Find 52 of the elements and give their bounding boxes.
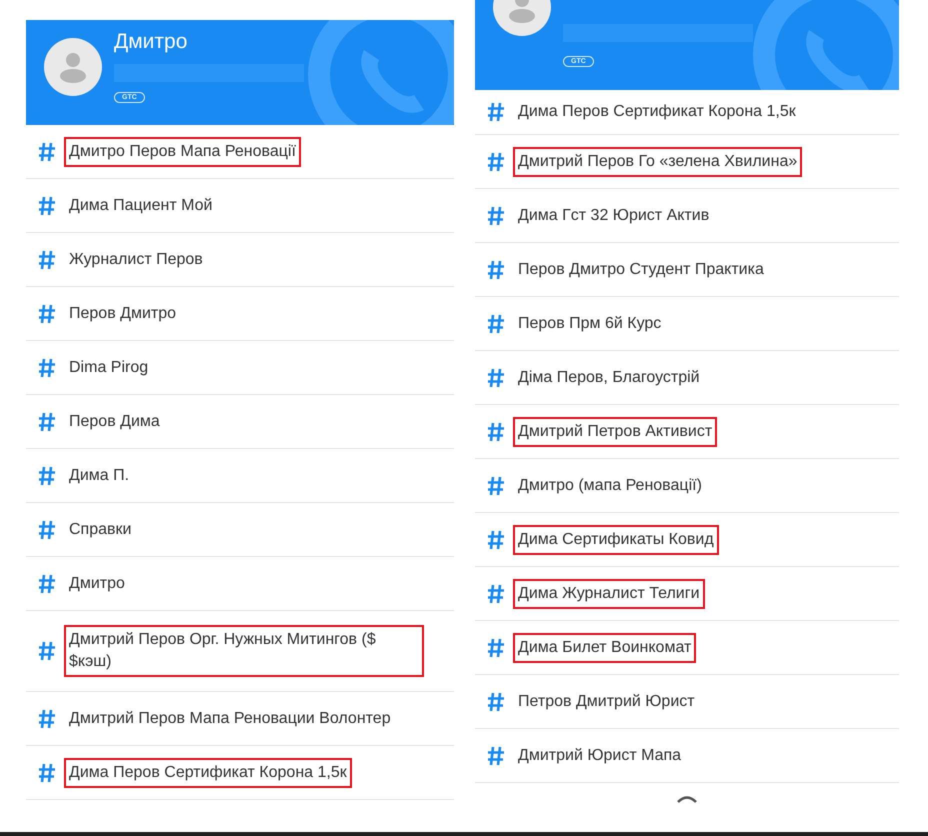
hash-icon [38,520,56,540]
hash-icon [487,206,505,226]
tag-label: Петров Дмитрий Юрист [517,692,696,712]
hash-icon [487,152,505,172]
tag-label: Дмитрий Юрист Мапа [517,746,682,766]
tag-label: Дмитро (мапа Реновації) [517,476,703,496]
hash-icon [38,304,56,324]
tag-label: Дмитрий Перов Орг. Нужных Митингов ($ $кэш) [64,625,424,677]
hash-icon [487,422,505,442]
hash-icon [487,102,505,122]
tag-label: Дима Журналист Телиги [513,578,704,608]
tag-label: Дима П. [68,466,130,486]
tag-label: Дима Гст 32 Юрист Актив [517,206,710,226]
tag-label: Дима Перов Сертификат Корона 1,5к [64,758,352,788]
hash-icon [487,746,505,766]
tag-label: Діма Перов, Благоустрій [517,368,701,388]
tag-label: Перов Дмитро Студент Практика [517,260,765,280]
hash-icon [38,762,56,782]
hash-icon [38,250,56,270]
avatar-icon [44,38,102,96]
tag-label: Перов Дмитро [68,304,178,324]
tag-label: Дима Билет Воинкомат [513,632,696,662]
tag-label: Дмитро Перов Мапа Реновації [64,136,301,166]
tag-label: Дмитрий Петров Активист [513,416,718,446]
tag-label: Справки [68,520,132,540]
hash-icon [487,368,505,388]
tag-label: Дмитро [68,574,126,594]
hash-icon [487,314,505,334]
tag-label: Dima Pirog [68,358,150,378]
tag-label: Перов Прм 6й Курс [517,314,662,334]
hash-icon [38,196,56,216]
hash-icon [487,530,505,550]
hash-icon [38,641,56,661]
hash-icon [38,358,56,378]
hash-icon [38,412,56,432]
hash-icon [38,466,56,486]
hash-icon [38,708,56,728]
tag-label: Дима Пациент Мой [68,196,214,216]
contact-name: Дмитро [114,30,188,54]
tag-label: Дмитрий Перов Мапа Реновации Волонтер [68,708,392,728]
hash-icon [38,574,56,594]
hash-icon [487,584,505,604]
hash-icon [38,142,56,162]
hash-icon [487,476,505,496]
tag-label: Журналист Перов [68,250,204,270]
hash-icon [487,692,505,712]
tag-label: Дмитрий Перов Го «зелена Хвилина» [513,146,802,176]
hash-icon [487,638,505,658]
tag-label: Перов Дима [68,412,161,432]
hash-icon [487,260,505,280]
tag-label: Дима Сертификаты Ковид [513,524,719,554]
tag-label: Дима Перов Сертификат Корона 1,5к [517,102,797,122]
